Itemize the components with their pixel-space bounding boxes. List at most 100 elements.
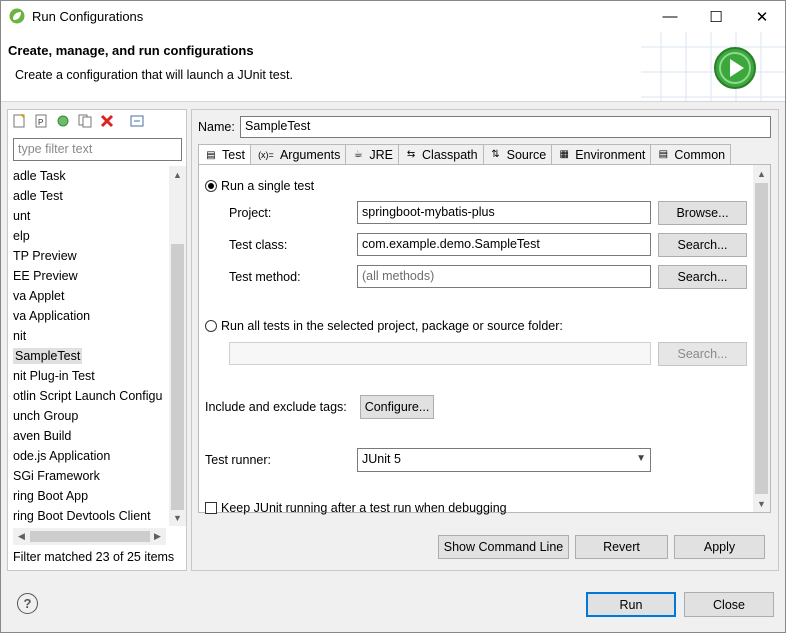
- tab-classpath[interactable]: ⇆ Classpath: [398, 144, 484, 164]
- scroll-left-icon[interactable]: ◀: [13, 528, 30, 545]
- tab-label: Classpath: [422, 147, 478, 162]
- maximize-button[interactable]: ☐: [693, 1, 739, 32]
- title-bar: Run Configurations — ☐ ✕: [1, 1, 785, 32]
- tab-common[interactable]: ▤ Common: [650, 144, 732, 164]
- configuration-tree: adle Task adle Test unt elp TP Preview EE Pre…: [13, 166, 183, 526]
- chevron-down-icon: ▼: [636, 453, 646, 464]
- tab-label: Source: [506, 147, 547, 162]
- test-class-label: Test class:: [229, 238, 288, 252]
- tree-item[interactable]: adle Task: [13, 166, 183, 186]
- test-runner-select[interactable]: JUnit 5 ▼: [357, 448, 651, 472]
- test-tab-icon: ▤: [206, 149, 216, 161]
- configuration-list-panel: P type filter text adle Task adle Test unt…: [7, 109, 187, 571]
- close-window-button[interactable]: ✕: [739, 1, 785, 32]
- configure-tags-button[interactable]: Configure...: [360, 395, 434, 419]
- scroll-thumb[interactable]: [171, 244, 184, 510]
- help-icon[interactable]: ?: [17, 593, 38, 614]
- tree-item[interactable]: otlin Script Launch Configu: [13, 386, 183, 406]
- revert-button[interactable]: Revert: [575, 535, 668, 559]
- tree-item[interactable]: adle Test: [13, 186, 183, 206]
- search-class-button[interactable]: Search...: [658, 233, 747, 257]
- browse-button[interactable]: Browse...: [658, 201, 747, 225]
- tree-item[interactable]: nit: [13, 326, 183, 346]
- svg-text:P: P: [38, 118, 43, 127]
- tab-label: Test: [222, 148, 245, 162]
- tree-item-label: otlin Script Launch Configu: [13, 389, 163, 403]
- jre-tab-icon: ☕: [353, 149, 363, 160]
- tree-item[interactable]: unch Group: [13, 406, 183, 426]
- tree-item[interactable]: EE Preview: [13, 266, 183, 286]
- tree-item[interactable]: ode.js Application: [13, 446, 183, 466]
- run-button[interactable]: Run: [586, 592, 676, 617]
- tree-item-label: adle Task: [13, 169, 66, 183]
- collapse-all-icon[interactable]: [128, 112, 146, 130]
- filter-input[interactable]: type filter text: [13, 138, 182, 161]
- tree-item[interactable]: SGi Framework: [13, 466, 183, 486]
- tree-item-label: TP Preview: [13, 249, 77, 263]
- arguments-tab-icon: (x)=: [258, 149, 274, 160]
- tree-item[interactable]: ring Boot Devtools Client: [13, 506, 183, 526]
- delete-configuration-icon[interactable]: [98, 112, 116, 130]
- new-configuration-icon[interactable]: [10, 112, 28, 130]
- tree-item-label: SampleTest: [13, 348, 83, 364]
- tree-item-label: unch Group: [13, 409, 79, 423]
- tab-environment[interactable]: ▦ Environment: [551, 144, 652, 164]
- tab-arguments[interactable]: (x)= Arguments: [249, 144, 347, 164]
- header-banner: Create, manage, and run configurations C…: [1, 32, 785, 102]
- tree-item[interactable]: SampleTest: [13, 346, 183, 366]
- source-tab-icon: ⇅: [491, 149, 500, 160]
- test-runner-value: JUnit 5: [362, 452, 401, 466]
- run-single-test-radio[interactable]: [205, 180, 217, 192]
- run-configurations-dialog: Run Configurations — ☐ ✕ Create, manage,…: [0, 0, 786, 633]
- scroll-down-icon[interactable]: ▼: [169, 509, 186, 526]
- close-button[interactable]: Close: [684, 592, 774, 617]
- search-container-button[interactable]: Search...: [658, 342, 747, 366]
- tab-content-scrollbar[interactable]: ▲ ▼: [753, 165, 770, 512]
- duplicate-configuration-icon[interactable]: [76, 112, 94, 130]
- tree-item-label: ring Boot Devtools Client: [13, 509, 151, 523]
- scroll-thumb[interactable]: [30, 531, 150, 542]
- search-method-button[interactable]: Search...: [658, 265, 747, 289]
- new-prototype-icon[interactable]: P: [32, 112, 50, 130]
- scroll-up-icon[interactable]: ▲: [753, 165, 770, 182]
- run-all-tests-radio[interactable]: [205, 320, 217, 332]
- show-command-line-button[interactable]: Show Command Line: [438, 535, 569, 559]
- minimize-button[interactable]: —: [647, 1, 693, 32]
- run-icon: [714, 47, 756, 89]
- scroll-thumb[interactable]: [755, 183, 768, 494]
- tree-item[interactable]: TP Preview: [13, 246, 183, 266]
- test-class-field[interactable]: com.example.demo.SampleTest: [357, 233, 651, 256]
- tab-source[interactable]: ⇅ Source: [482, 144, 553, 164]
- tab-test[interactable]: ▤ Test: [198, 144, 251, 165]
- tab-jre[interactable]: ☕ JRE: [345, 144, 400, 164]
- tree-item[interactable]: unt: [13, 206, 183, 226]
- tree-item[interactable]: va Applet: [13, 286, 183, 306]
- tree-item[interactable]: aven Build: [13, 426, 183, 446]
- scroll-down-icon[interactable]: ▼: [753, 495, 770, 512]
- test-method-field[interactable]: (all methods): [357, 265, 651, 288]
- tree-item[interactable]: nit Plug-in Test: [13, 366, 183, 386]
- run-single-test-label: Run a single test: [221, 179, 315, 193]
- container-field: [229, 342, 651, 365]
- tree-item-label: SGi Framework: [13, 469, 100, 483]
- scroll-up-icon[interactable]: ▲: [169, 166, 186, 183]
- tags-label: Include and exclude tags:: [205, 400, 347, 414]
- name-input[interactable]: SampleTest: [240, 116, 771, 138]
- tree-item-label: ode.js Application: [13, 449, 111, 463]
- tree-item[interactable]: va Application: [13, 306, 183, 326]
- project-field[interactable]: springboot-mybatis-plus: [357, 201, 651, 224]
- keep-running-label: Keep JUnit running after a test run when…: [221, 501, 507, 515]
- tree-item-label: elp: [13, 229, 30, 243]
- tree-item-label: EE Preview: [13, 269, 78, 283]
- tree-vertical-scrollbar[interactable]: ▲ ▼: [169, 166, 186, 526]
- apply-button[interactable]: Apply: [674, 535, 765, 559]
- export-configuration-icon[interactable]: [54, 112, 72, 130]
- test-tab-content: Run a single test Project: springboot-my…: [198, 164, 771, 515]
- tree-item-label: aven Build: [13, 429, 72, 443]
- tree-item[interactable]: elp: [13, 226, 183, 246]
- tree-horizontal-scrollbar[interactable]: ◀ ▶: [13, 528, 166, 545]
- classpath-tab-icon: ⇆: [406, 149, 416, 160]
- keep-running-checkbox[interactable]: [205, 502, 217, 514]
- tree-item[interactable]: ring Boot App: [13, 486, 183, 506]
- scroll-right-icon[interactable]: ▶: [149, 528, 166, 545]
